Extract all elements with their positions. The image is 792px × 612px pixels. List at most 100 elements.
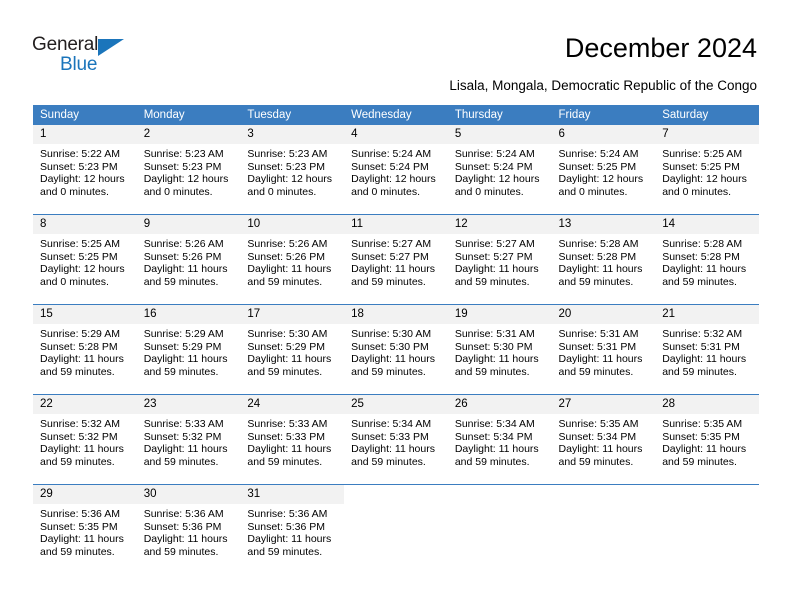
calendar-day-cell[interactable]: 2 Sunrise: 5:23 AM Sunset: 5:23 PM Daylight… (136, 125, 241, 215)
day-details: Sunrise: 5:28 AM Sunset: 5:28 PM Daylight:… (552, 234, 656, 288)
sunset-text: Sunset: 5:25 PM (558, 160, 637, 173)
calendar-day-cell[interactable]: 5 Sunrise: 5:24 AM Sunset: 5:24 PM Daylight… (447, 125, 552, 215)
daylight-text-line1: Daylight: 11 hours (40, 353, 124, 366)
daylight-text-line1: Daylight: 12 hours (247, 173, 333, 186)
day-details: Sunrise: 5:24 AM Sunset: 5:25 PM Daylight:… (552, 144, 656, 198)
calendar-day-cell[interactable]: 6 Sunrise: 5:24 AM Sunset: 5:25 PM Daylight… (551, 125, 656, 215)
calendar-day-cell[interactable]: 19 Sunrise: 5:31 AM Sunset: 5:30 PM Dayligh… (447, 304, 552, 395)
sunset-text: Sunset: 5:23 PM (247, 160, 326, 173)
daylight-text-line1: Daylight: 11 hours (662, 443, 747, 456)
day-details: Sunrise: 5:26 AM Sunset: 5:26 PM Daylight:… (137, 234, 241, 288)
calendar-day-cell[interactable]: 17 Sunrise: 5:30 AM Sunset: 5:29 PM Dayligh… (240, 304, 345, 395)
calendar-week-row: 29 Sunrise: 5:36 AM Sunset: 5:35 PM Dayligh… (33, 484, 759, 574)
daylight-text-line1: Daylight: 11 hours (143, 263, 228, 276)
day-details: Sunrise: 5:31 AM Sunset: 5:31 PM Daylight:… (552, 324, 656, 378)
calendar-day-cell[interactable]: 13 Sunrise: 5:28 AM Sunset: 5:28 PM Dayligh… (551, 214, 656, 305)
calendar-day-cell[interactable]: 10 Sunrise: 5:26 AM Sunset: 5:26 PM Dayligh… (240, 214, 345, 305)
day-number: 15 (33, 305, 137, 324)
daylight-text-line2: and 59 minutes. (351, 275, 426, 288)
sunrise-text: Sunrise: 5:34 AM (351, 418, 432, 430)
page-header: General Blue December 2024 Lisala, Monga… (0, 0, 792, 100)
calendar-day-cell[interactable]: 26 Sunrise: 5:34 AM Sunset: 5:34 PM Dayligh… (447, 394, 552, 485)
daylight-text-line2: and 59 minutes. (454, 365, 530, 378)
daylight-text-line2: and 59 minutes. (143, 275, 219, 288)
day-details (552, 504, 656, 508)
generalblue-logo[interactable]: General Blue (32, 34, 152, 80)
calendar-day-cell[interactable]: 25 Sunrise: 5:34 AM Sunset: 5:33 PM Dayligh… (344, 394, 448, 485)
sunset-text: Sunset: 5:27 PM (454, 250, 533, 263)
calendar-day-cell[interactable]: 29 Sunrise: 5:36 AM Sunset: 5:35 PM Dayligh… (33, 484, 137, 574)
day-details: Sunrise: 5:29 AM Sunset: 5:29 PM Daylight:… (137, 324, 241, 378)
day-details: Sunrise: 5:24 AM Sunset: 5:24 PM Daylight:… (448, 144, 552, 198)
daylight-text-line2: and 59 minutes. (454, 455, 530, 468)
calendar-day-cell-empty (551, 484, 656, 574)
day-number: 14 (655, 215, 759, 234)
day-number: 7 (655, 125, 759, 144)
calendar-day-cell[interactable]: 16 Sunrise: 5:29 AM Sunset: 5:29 PM Dayligh… (136, 304, 241, 395)
calendar-day-cell[interactable]: 21 Sunrise: 5:32 AM Sunset: 5:31 PM Dayligh… (655, 304, 759, 395)
day-cell-inner (448, 485, 552, 574)
sunset-text: Sunset: 5:29 PM (247, 340, 326, 353)
daylight-text-line1: Daylight: 11 hours (351, 443, 435, 456)
sunrise-text: Sunrise: 5:33 AM (143, 418, 224, 430)
day-number: 12 (447, 215, 552, 234)
calendar-day-cell[interactable]: 24 Sunrise: 5:33 AM Sunset: 5:33 PM Dayligh… (240, 394, 345, 485)
daylight-text-line1: Daylight: 11 hours (247, 533, 332, 546)
day-number: 6 (551, 125, 656, 144)
sunset-text: Sunset: 5:26 PM (143, 250, 222, 263)
calendar-day-cell[interactable]: 28 Sunrise: 5:35 AM Sunset: 5:35 PM Dayligh… (655, 394, 759, 485)
daylight-text-line1: Daylight: 11 hours (662, 353, 747, 366)
day-details: Sunrise: 5:35 AM Sunset: 5:34 PM Daylight:… (552, 414, 656, 468)
daylight-text-line2: and 59 minutes. (558, 365, 634, 378)
calendar-day-cell[interactable]: 3 Sunrise: 5:23 AM Sunset: 5:23 PM Daylight… (240, 125, 345, 215)
daylight-text-line1: Daylight: 12 hours (351, 173, 436, 186)
day-details: Sunrise: 5:34 AM Sunset: 5:34 PM Daylight:… (448, 414, 552, 468)
daylight-text-line1: Daylight: 11 hours (40, 533, 124, 546)
daylight-text-line2: and 59 minutes. (40, 455, 115, 468)
day-details: Sunrise: 5:30 AM Sunset: 5:30 PM Daylight:… (344, 324, 448, 378)
day-number (655, 485, 759, 504)
calendar-day-cell[interactable]: 30 Sunrise: 5:36 AM Sunset: 5:36 PM Dayligh… (136, 484, 241, 574)
calendar-day-cell[interactable]: 15 Sunrise: 5:29 AM Sunset: 5:28 PM Dayligh… (33, 304, 137, 395)
daylight-text-line1: Daylight: 12 hours (40, 173, 125, 186)
day-number: 20 (551, 305, 656, 324)
calendar-day-cell[interactable]: 22 Sunrise: 5:32 AM Sunset: 5:32 PM Dayligh… (33, 394, 137, 485)
day-number (448, 485, 552, 504)
day-cell-inner: 9 Sunrise: 5:26 AM Sunset: 5:26 PM Daylight… (136, 215, 241, 304)
sunrise-text: Sunrise: 5:27 AM (454, 238, 535, 250)
day-cell-inner: 22 Sunrise: 5:32 AM Sunset: 5:32 PM Dayligh… (33, 395, 137, 484)
calendar-day-cell[interactable]: 20 Sunrise: 5:31 AM Sunset: 5:31 PM Dayligh… (551, 304, 656, 395)
daylight-text-line1: Daylight: 11 hours (40, 443, 124, 456)
sunset-text: Sunset: 5:23 PM (143, 160, 222, 173)
sunrise-text: Sunrise: 5:33 AM (247, 418, 328, 430)
calendar-table: Sunday Monday Tuesday Wednesday Thursday… (33, 105, 759, 574)
calendar-day-cell[interactable]: 31 Sunrise: 5:36 AM Sunset: 5:36 PM Dayligh… (240, 484, 345, 574)
calendar-day-cell[interactable]: 7 Sunrise: 5:25 AM Sunset: 5:25 PM Daylight… (655, 125, 759, 215)
daylight-text-line2: and 59 minutes. (247, 455, 323, 468)
day-cell-inner: 19 Sunrise: 5:31 AM Sunset: 5:30 PM Dayligh… (447, 305, 552, 394)
sunrise-text: Sunrise: 5:23 AM (143, 148, 224, 160)
sunrise-text: Sunrise: 5:25 AM (40, 238, 120, 250)
day-details: Sunrise: 5:23 AM Sunset: 5:23 PM Daylight:… (137, 144, 241, 198)
calendar-day-cell[interactable]: 23 Sunrise: 5:33 AM Sunset: 5:32 PM Dayligh… (136, 394, 241, 485)
day-number: 11 (344, 215, 448, 234)
calendar-day-cell[interactable]: 14 Sunrise: 5:28 AM Sunset: 5:28 PM Dayligh… (655, 214, 759, 305)
calendar-day-cell[interactable]: 27 Sunrise: 5:35 AM Sunset: 5:34 PM Dayligh… (551, 394, 656, 485)
calendar-day-cell[interactable]: 11 Sunrise: 5:27 AM Sunset: 5:27 PM Dayligh… (344, 214, 448, 305)
calendar-day-cell[interactable]: 18 Sunrise: 5:30 AM Sunset: 5:30 PM Dayligh… (344, 304, 448, 395)
calendar-day-cell[interactable]: 8 Sunrise: 5:25 AM Sunset: 5:25 PM Daylight… (33, 214, 137, 305)
day-details: Sunrise: 5:36 AM Sunset: 5:35 PM Daylight:… (33, 504, 137, 558)
daylight-text-line2: and 59 minutes. (247, 275, 323, 288)
calendar-day-cell[interactable]: 12 Sunrise: 5:27 AM Sunset: 5:27 PM Dayligh… (447, 214, 552, 305)
calendar-day-cell[interactable]: 1 Sunrise: 5:22 AM Sunset: 5:23 PM Daylight… (33, 125, 137, 215)
day-details: Sunrise: 5:32 AM Sunset: 5:32 PM Daylight:… (33, 414, 137, 468)
calendar-grid: Sunday Monday Tuesday Wednesday Thursday… (33, 105, 759, 574)
sunrise-text: Sunrise: 5:36 AM (247, 508, 328, 520)
calendar-day-cell[interactable]: 9 Sunrise: 5:26 AM Sunset: 5:26 PM Daylight… (136, 214, 241, 305)
sunset-text: Sunset: 5:28 PM (558, 250, 637, 263)
daylight-text-line1: Daylight: 11 hours (454, 263, 539, 276)
day-cell-inner: 17 Sunrise: 5:30 AM Sunset: 5:29 PM Dayligh… (240, 305, 345, 394)
day-cell-inner: 2 Sunrise: 5:23 AM Sunset: 5:23 PM Daylight… (136, 125, 241, 214)
day-cell-inner: 10 Sunrise: 5:26 AM Sunset: 5:26 PM Dayligh… (240, 215, 345, 304)
calendar-day-cell[interactable]: 4 Sunrise: 5:24 AM Sunset: 5:24 PM Daylight… (344, 125, 448, 215)
